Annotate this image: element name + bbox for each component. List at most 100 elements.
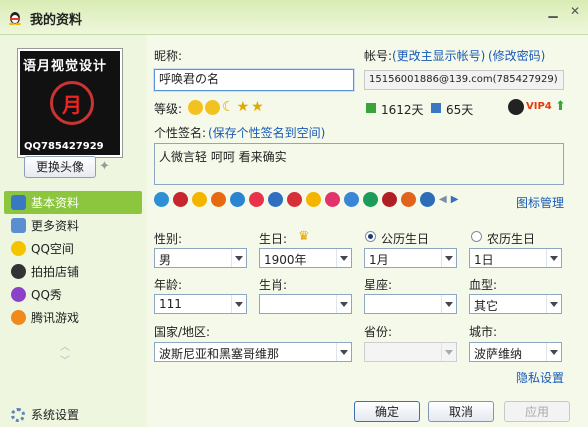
zodiac-select[interactable] bbox=[259, 294, 352, 314]
sidebar-item-more-info[interactable]: 更多资料 bbox=[4, 214, 142, 237]
icon-strip: ◀ ▶ bbox=[154, 192, 458, 210]
game-icon[interactable] bbox=[382, 192, 397, 207]
shield-icon[interactable] bbox=[154, 192, 169, 207]
sidebar-item-label: QQ秀 bbox=[31, 288, 62, 302]
sidebar-item-games[interactable]: 腾讯游戏 bbox=[4, 306, 142, 329]
diamond-pink-icon[interactable] bbox=[325, 192, 340, 207]
province-select[interactable] bbox=[364, 342, 457, 362]
system-settings-label: 系统设置 bbox=[31, 408, 80, 422]
apply-button[interactable]: 应用 bbox=[504, 401, 570, 422]
chevron-down-icon bbox=[441, 343, 456, 361]
title-bar[interactable]: 我的资料 ▁ ✕ bbox=[0, 0, 588, 35]
pet-icon[interactable] bbox=[420, 192, 435, 207]
chevron-down-icon bbox=[546, 249, 561, 267]
sidebar-scroll[interactable]: ︿ ﹀ bbox=[60, 341, 70, 369]
sidebar-item-qzone[interactable]: QQ空间 bbox=[4, 237, 142, 260]
sidebar-item-qqshow[interactable]: QQ秀 bbox=[4, 283, 142, 306]
avatar-center-char: 月 bbox=[62, 93, 82, 117]
paipai-shop-icon bbox=[11, 264, 26, 279]
ok-button[interactable]: 确定 bbox=[354, 401, 420, 422]
close-button[interactable]: ✕ bbox=[566, 4, 584, 19]
nickname-input[interactable]: 呼唤君の名 bbox=[154, 69, 354, 91]
active-days: 1612天 bbox=[381, 103, 424, 117]
nickname-label: 昵称: bbox=[154, 49, 183, 63]
tencent-games-icon bbox=[11, 310, 26, 325]
system-settings[interactable]: 系统设置 bbox=[11, 406, 79, 423]
more-info-icon bbox=[11, 218, 26, 233]
sidebar-item-label: 腾讯游戏 bbox=[31, 311, 80, 325]
profile-window: 我的资料 ▁ ✕ 语月视觉设计 月 QQ785427929 更换头像 ✦ 基本资… bbox=[0, 0, 588, 427]
chevron-down-icon bbox=[336, 295, 351, 313]
city-label: 城市: bbox=[469, 325, 498, 339]
country-value: 波斯尼亚和黑塞哥维那 bbox=[159, 347, 280, 361]
blood-type-select[interactable]: 其它 bbox=[469, 294, 562, 314]
gender-label: 性别: bbox=[154, 232, 183, 246]
star-icon: ★ bbox=[236, 99, 250, 115]
change-main-account-link[interactable]: (更改主显示帐号) bbox=[392, 47, 485, 64]
constellation-select[interactable] bbox=[364, 294, 457, 314]
scroll-left-icon[interactable]: ◀ bbox=[439, 192, 447, 210]
sidebar-item-paipai[interactable]: 拍拍店铺 bbox=[4, 260, 142, 283]
change-password-link[interactable]: (修改密码) bbox=[488, 47, 545, 64]
remaining-days: 65天 bbox=[446, 103, 474, 117]
avatar-effect-icon[interactable]: ✦ bbox=[99, 159, 110, 174]
chevron-up-icon[interactable]: ︿ bbox=[60, 341, 70, 355]
lunar-birthday-radio[interactable] bbox=[471, 231, 482, 242]
sidebar-item-label: 更多资料 bbox=[31, 219, 80, 233]
paipai-blue-icon[interactable] bbox=[230, 192, 245, 207]
scroll-right-icon[interactable]: ▶ bbox=[451, 192, 459, 210]
window-title: 我的资料 bbox=[30, 13, 83, 28]
signature-label: 个性签名: bbox=[154, 126, 207, 140]
penguin-icon[interactable] bbox=[173, 192, 188, 207]
book-icon[interactable] bbox=[401, 192, 416, 207]
qzone-icon[interactable] bbox=[192, 192, 207, 207]
sidebar-item-label: QQ空间 bbox=[31, 242, 74, 256]
chevron-down-icon[interactable]: ﹀ bbox=[60, 355, 70, 369]
birth-day-select[interactable]: 1日 bbox=[469, 248, 562, 268]
minimize-button[interactable]: ▁ bbox=[544, 4, 562, 19]
sidebar-item-label: 拍拍店铺 bbox=[31, 265, 80, 279]
age-label: 年龄: bbox=[154, 278, 183, 292]
gear-icon bbox=[11, 407, 25, 422]
zodiac-label: 生肖: bbox=[259, 278, 288, 292]
vip-penguin-icon bbox=[508, 99, 524, 115]
level-icons: ☾ ★ ★ bbox=[188, 100, 264, 115]
change-avatar-button[interactable]: 更换头像 bbox=[24, 156, 96, 178]
cancel-button[interactable]: 取消 bbox=[428, 401, 494, 422]
gender-select[interactable]: 男 bbox=[154, 248, 247, 268]
sun-icon bbox=[205, 100, 220, 115]
mail-icon[interactable] bbox=[249, 192, 264, 207]
diamond-blue-icon[interactable] bbox=[344, 192, 359, 207]
sidebar-item-basic-info[interactable]: 基本资料 bbox=[4, 191, 142, 214]
birth-year-select[interactable]: 1900年 bbox=[259, 248, 352, 268]
privacy-settings-link[interactable]: 隐私设置 bbox=[516, 369, 564, 386]
profile-card-icon bbox=[11, 195, 26, 210]
tencent-shield-icon[interactable] bbox=[268, 192, 283, 207]
paipai-icon[interactable] bbox=[211, 192, 226, 207]
city-select[interactable]: 波萨维纳 bbox=[469, 342, 562, 362]
signature-textarea[interactable]: 人微言轻 呵呵 看来确实 bbox=[154, 143, 564, 185]
age-select[interactable]: 111 bbox=[154, 294, 247, 314]
vip-badge[interactable]: VIP4 bbox=[526, 101, 552, 112]
chevron-down-icon bbox=[546, 295, 561, 313]
diamond-red-icon[interactable] bbox=[287, 192, 302, 207]
remaining-days-icon bbox=[431, 103, 441, 113]
diamond-yellow-icon[interactable] bbox=[306, 192, 321, 207]
chevron-down-icon bbox=[231, 249, 246, 267]
solar-birthday-label: 公历生日 bbox=[381, 232, 430, 246]
icon-manage-link[interactable]: 图标管理 bbox=[516, 194, 564, 211]
country-select[interactable]: 波斯尼亚和黑塞哥维那 bbox=[154, 342, 352, 362]
lunar-birthday-label: 农历生日 bbox=[487, 232, 536, 246]
diamond-green-icon[interactable] bbox=[363, 192, 378, 207]
account-field: 15156001886@139.com(785427929) bbox=[364, 70, 564, 90]
crown-icon: ♛ bbox=[298, 229, 310, 244]
birth-month-select[interactable]: 1月 bbox=[364, 248, 457, 268]
chevron-down-icon bbox=[336, 343, 351, 361]
save-signature-link[interactable]: (保存个性签名到空间) bbox=[208, 124, 325, 141]
account-label: 帐号: bbox=[364, 49, 393, 63]
chevron-down-icon bbox=[546, 343, 561, 361]
solar-birthday-radio[interactable] bbox=[365, 231, 376, 242]
gender-value: 男 bbox=[159, 253, 172, 267]
clock-icon bbox=[366, 103, 376, 113]
sidebar: 语月视觉设计 月 QQ785427929 更换头像 ✦ 基本资料 更多资料 QQ… bbox=[0, 35, 147, 427]
